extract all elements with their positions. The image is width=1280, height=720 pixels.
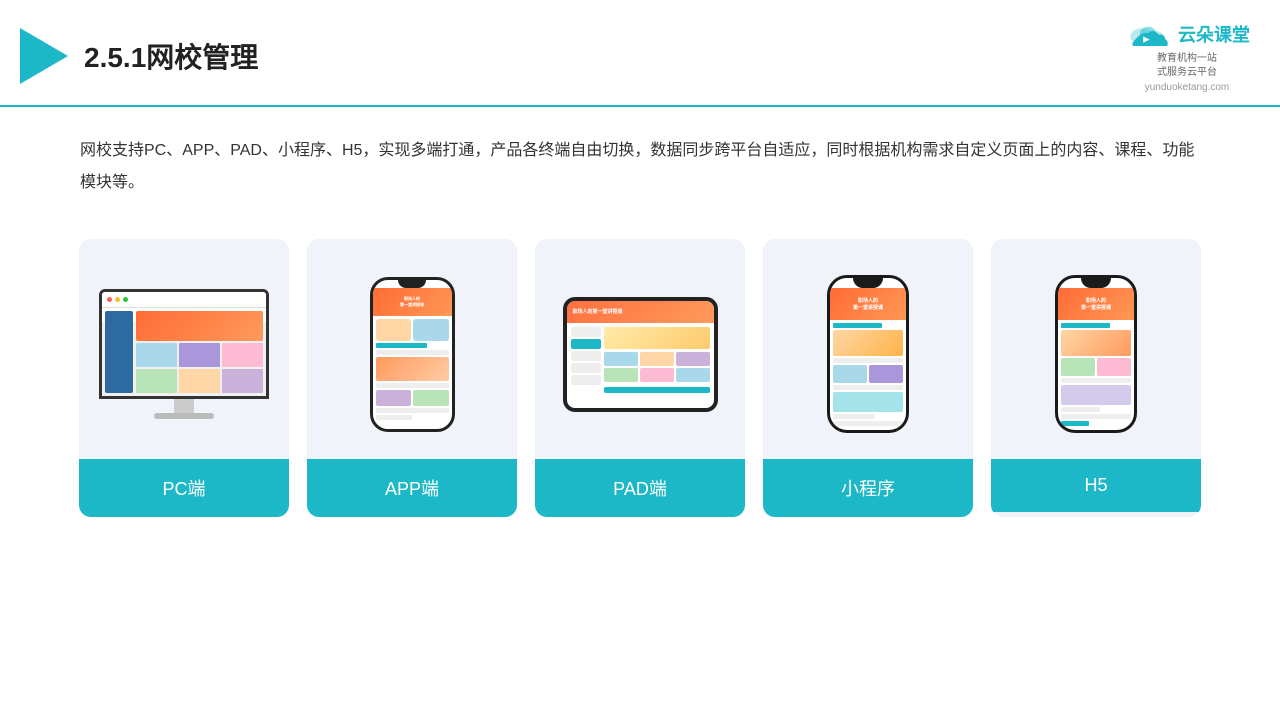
pad-tablet-icon: 职场人的第一堂讲授课 — [563, 297, 718, 412]
card-image-pad: 职场人的第一堂讲授课 — [535, 239, 745, 459]
card-label-miniprogram: 小程序 — [763, 459, 973, 517]
card-image-miniprogram: 职场人的第一堂讲授课 — [763, 239, 973, 459]
app-phone-icon: 职场人的第一堂讲授课 — [370, 277, 455, 432]
brand-tagline: 教育机构一站 式服务云平台 — [1157, 52, 1217, 80]
header-left: 2.5.1网校管理 — [20, 28, 258, 84]
cloud-icon — [1124, 18, 1172, 50]
brand-area: 云朵课堂 教育机构一站 式服务云平台 yunduoketang.com — [1124, 18, 1250, 93]
card-label-pad: PAD端 — [535, 459, 745, 517]
brand-name: 云朵课堂 — [1178, 21, 1250, 47]
card-image-h5: 职场人的第一堂讲授课 — [991, 239, 1201, 459]
pc-monitor-icon — [99, 289, 269, 419]
brand-logo: 云朵课堂 — [1124, 18, 1250, 50]
description-paragraph: 网校支持PC、APP、PAD、小程序、H5，实现多端打通，产品各终端自由切换，数… — [80, 135, 1200, 199]
card-image-app: 职场人的第一堂讲授课 — [307, 239, 517, 459]
card-miniprogram: 职场人的第一堂讲授课 — [763, 239, 973, 517]
page-title: 2.5.1网校管理 — [84, 36, 258, 76]
card-label-h5: H5 — [991, 459, 1201, 512]
card-app: 职场人的第一堂讲授课 — [307, 239, 517, 517]
description-text: 网校支持PC、APP、PAD、小程序、H5，实现多端打通，产品各终端自由切换，数… — [0, 107, 1280, 219]
brand-url: yunduoketang.com — [1145, 82, 1230, 93]
h5-phone-icon: 职场人的第一堂讲授课 — [1055, 275, 1137, 433]
logo-triangle-icon — [20, 28, 68, 84]
card-label-app: APP端 — [307, 459, 517, 517]
header: 2.5.1网校管理 云朵课堂 教育机构一站 式服务云平台 yunduoketan… — [0, 0, 1280, 107]
miniprogram-phone-icon: 职场人的第一堂讲授课 — [827, 275, 909, 433]
card-pad: 职场人的第一堂讲授课 — [535, 239, 745, 517]
card-pc: PC端 — [79, 239, 289, 517]
card-h5: 职场人的第一堂讲授课 — [991, 239, 1201, 517]
card-image-pc — [79, 239, 289, 459]
cards-container: PC端 职场人的第一堂讲授课 — [0, 219, 1280, 537]
card-label-pc: PC端 — [79, 459, 289, 517]
